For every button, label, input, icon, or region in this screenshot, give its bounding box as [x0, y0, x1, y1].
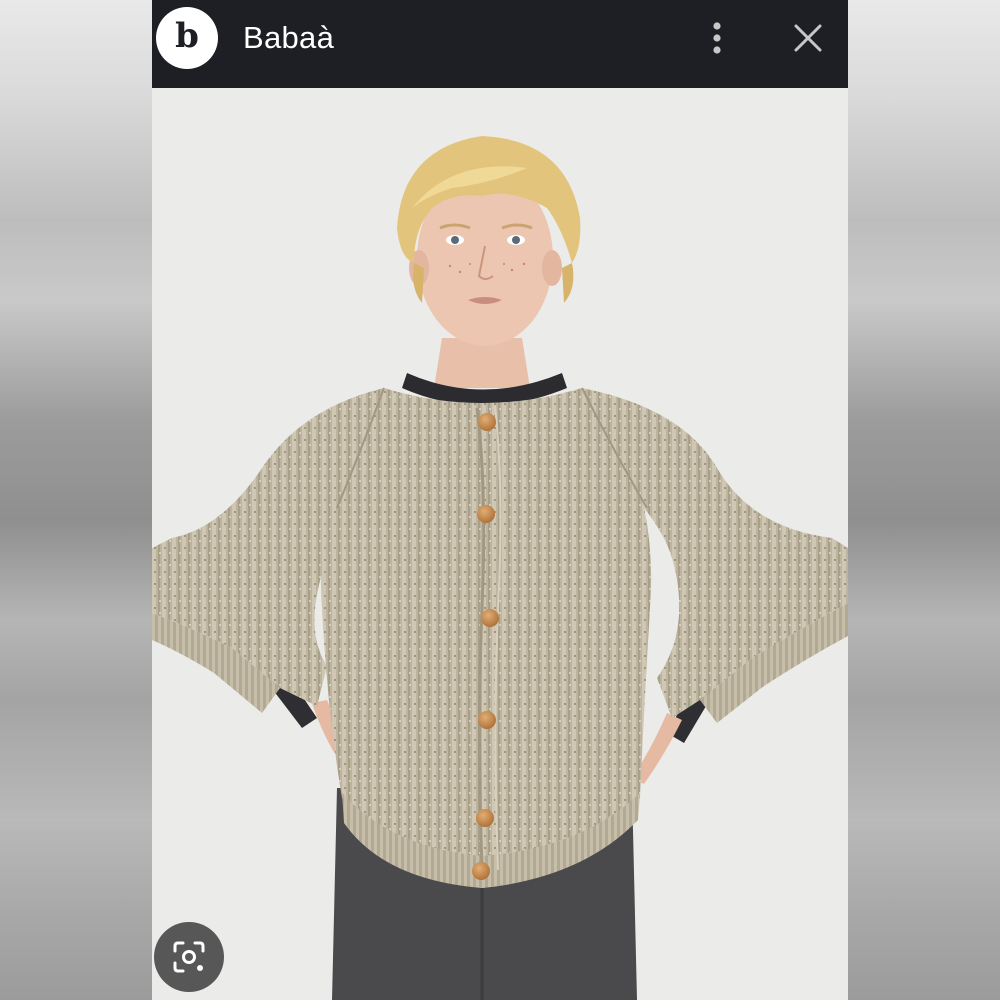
more-vert-icon: [713, 22, 721, 54]
image-viewer-panel: b Babaà: [152, 0, 848, 1000]
brand-title[interactable]: Babaà: [243, 20, 334, 56]
model-illustration: [152, 136, 848, 1000]
product-photo[interactable]: [152, 88, 848, 1000]
brand-logo-letter: b: [175, 16, 199, 56]
brand-logo[interactable]: b: [156, 7, 218, 69]
right-blurred-backdrop: [848, 0, 1000, 1000]
visual-search-button[interactable]: [154, 922, 224, 992]
close-button[interactable]: [788, 18, 828, 58]
left-blurred-backdrop: [0, 0, 152, 1000]
viewer-header: b Babaà: [152, 0, 848, 88]
close-icon: [794, 24, 822, 52]
more-options-button[interactable]: [700, 18, 734, 58]
visual-search-icon: [173, 941, 205, 973]
